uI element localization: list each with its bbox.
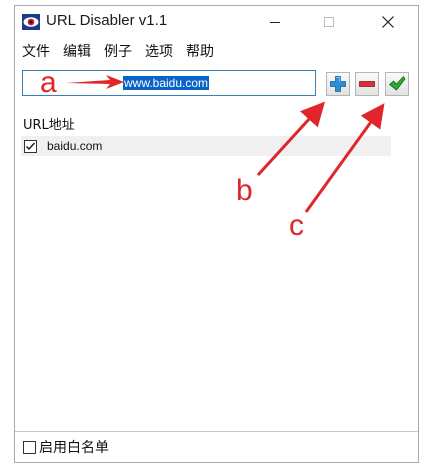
remove-url-button[interactable] — [355, 72, 379, 96]
list-item-checkbox[interactable] — [24, 139, 37, 153]
list-item[interactable]: baidu.com — [21, 136, 391, 156]
url-input[interactable]: www.baidu.com — [22, 70, 316, 96]
whitelist-label: 启用白名单 — [39, 440, 109, 456]
minimize-button[interactable] — [252, 6, 298, 38]
plus-icon — [330, 76, 346, 92]
checkmark-icon — [26, 142, 35, 150]
minus-icon — [359, 81, 375, 87]
whitelist-checkbox[interactable] — [23, 440, 36, 454]
app-window: URL Disabler v1.1 文件 编辑 例子 选项 帮助 www.bai… — [14, 5, 419, 463]
title-bar[interactable]: URL Disabler v1.1 — [15, 6, 418, 38]
whitelist-toggle[interactable]: 启用白名单 — [21, 437, 109, 457]
divider — [15, 431, 418, 432]
add-url-button[interactable] — [326, 72, 350, 96]
menu-file[interactable]: 文件 — [20, 39, 52, 63]
menu-bar: 文件 编辑 例子 选项 帮助 — [15, 38, 418, 64]
app-eye-icon — [22, 14, 40, 30]
minimize-icon — [270, 21, 280, 23]
url-input-value: www.baidu.com — [123, 76, 210, 90]
menu-edit[interactable]: 编辑 — [61, 39, 93, 63]
apply-button[interactable] — [385, 72, 409, 96]
close-button[interactable] — [365, 6, 411, 38]
checkmark-icon — [388, 75, 406, 91]
list-item-url: baidu.com — [47, 139, 103, 153]
menu-help[interactable]: 帮助 — [184, 39, 216, 63]
url-list: URL地址 baidu.com — [21, 110, 391, 158]
maximize-button[interactable] — [306, 6, 352, 38]
close-icon — [382, 16, 394, 28]
list-column-header: URL地址 — [23, 118, 75, 133]
menu-options[interactable]: 选项 — [143, 39, 175, 63]
maximize-icon — [324, 17, 334, 27]
window-title: URL Disabler v1.1 — [46, 12, 168, 29]
toolbar: www.baidu.com — [15, 64, 418, 104]
menu-examples[interactable]: 例子 — [102, 39, 134, 63]
